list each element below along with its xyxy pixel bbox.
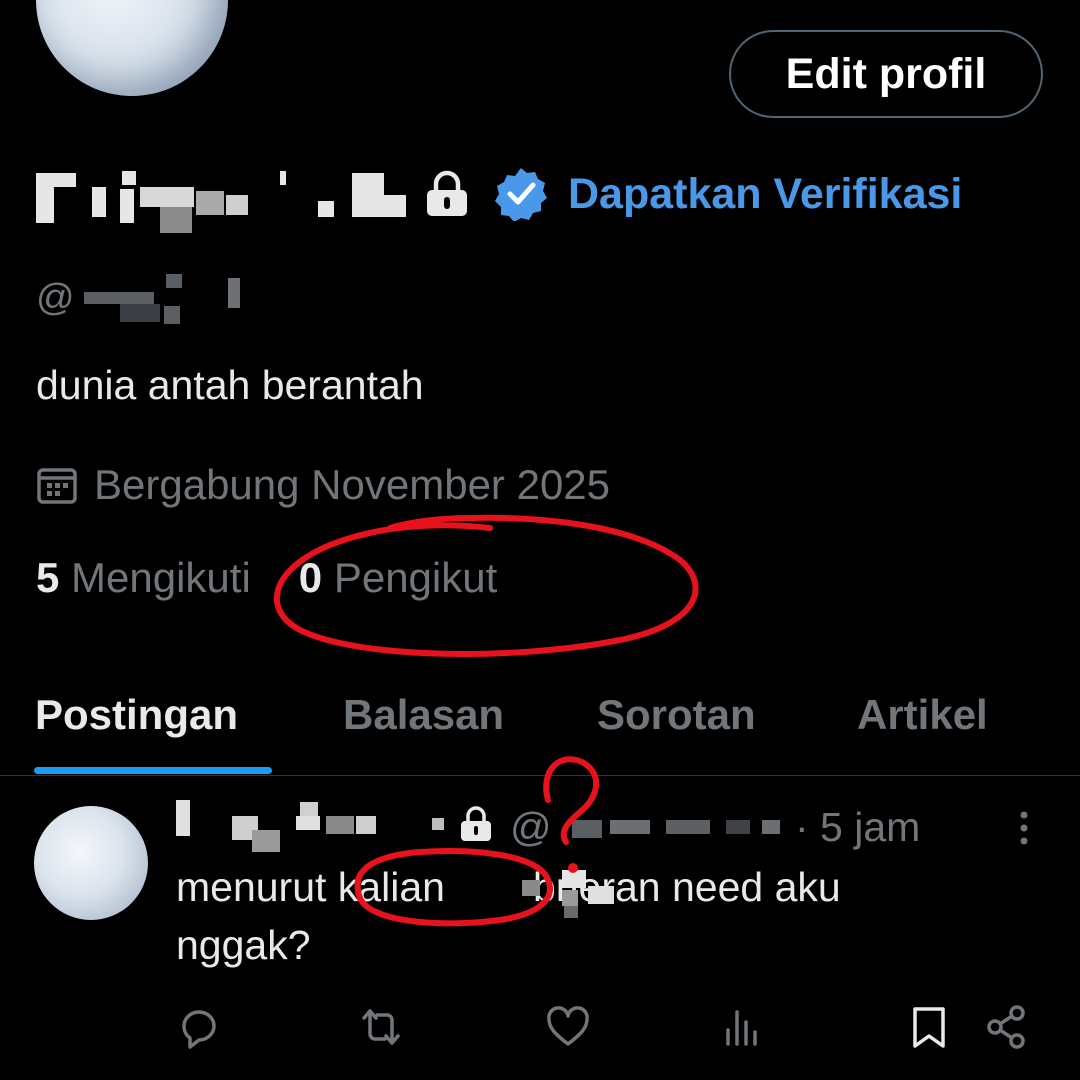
like-icon[interactable] xyxy=(545,1004,591,1050)
post-text-redacted xyxy=(522,862,618,922)
reply-icon[interactable] xyxy=(176,1004,222,1050)
get-verified-link[interactable]: Dapatkan Verifikasi xyxy=(568,166,962,222)
followers-count: 0 xyxy=(298,554,323,601)
profile-handle: @ xyxy=(36,272,75,332)
post-timestamp[interactable]: · 5 jam xyxy=(795,800,920,854)
post-text-part1: menurut kalian xyxy=(176,864,445,910)
active-tab-indicator xyxy=(34,767,272,774)
display-name-redacted xyxy=(36,165,406,235)
post-handle-redacted xyxy=(556,800,796,854)
share-icon[interactable] xyxy=(984,1004,1030,1050)
post-author-avatar[interactable] xyxy=(34,806,148,920)
followers-link[interactable]: 0 Pengikut xyxy=(299,554,497,602)
joined-date-text: Bergabung November 2025 xyxy=(94,461,611,508)
bookmark-icon[interactable] xyxy=(906,1004,952,1050)
tab-sorotan[interactable]: Sorotan xyxy=(597,688,756,742)
verified-badge-icon[interactable] xyxy=(493,165,549,221)
follow-stats: 5 Mengikuti 0 Pengikut xyxy=(36,554,497,602)
handle-redacted xyxy=(84,270,304,330)
tabs-divider xyxy=(0,775,1080,776)
tab-postingan[interactable]: Postingan xyxy=(35,688,238,742)
following-link[interactable]: 5 Mengikuti xyxy=(36,554,251,602)
profile-avatar[interactable] xyxy=(36,0,228,96)
handle-at-sign: @ xyxy=(36,277,75,319)
views-icon[interactable] xyxy=(720,1004,766,1050)
tab-artikel[interactable]: Artikel xyxy=(857,688,988,742)
following-count: 5 xyxy=(36,554,60,601)
more-options-icon[interactable] xyxy=(1012,810,1036,846)
edit-profile-button[interactable]: Edit profil xyxy=(729,30,1043,118)
calendar-icon xyxy=(37,468,77,504)
tab-balasan[interactable]: Balasan xyxy=(343,688,504,742)
joined-date-row: Bergabung November 2025 xyxy=(36,458,610,512)
following-label: Mengikuti xyxy=(71,554,251,601)
post-text-part3: nggak? xyxy=(176,922,311,968)
retweet-icon[interactable] xyxy=(358,1004,404,1050)
lock-icon-small xyxy=(461,806,491,841)
followers-label: Pengikut xyxy=(333,554,498,601)
profile-bio: dunia antah berantah xyxy=(36,362,424,408)
post-handle-at: @ xyxy=(510,804,552,850)
post-author-name-redacted xyxy=(176,800,446,854)
lock-icon xyxy=(427,170,467,216)
